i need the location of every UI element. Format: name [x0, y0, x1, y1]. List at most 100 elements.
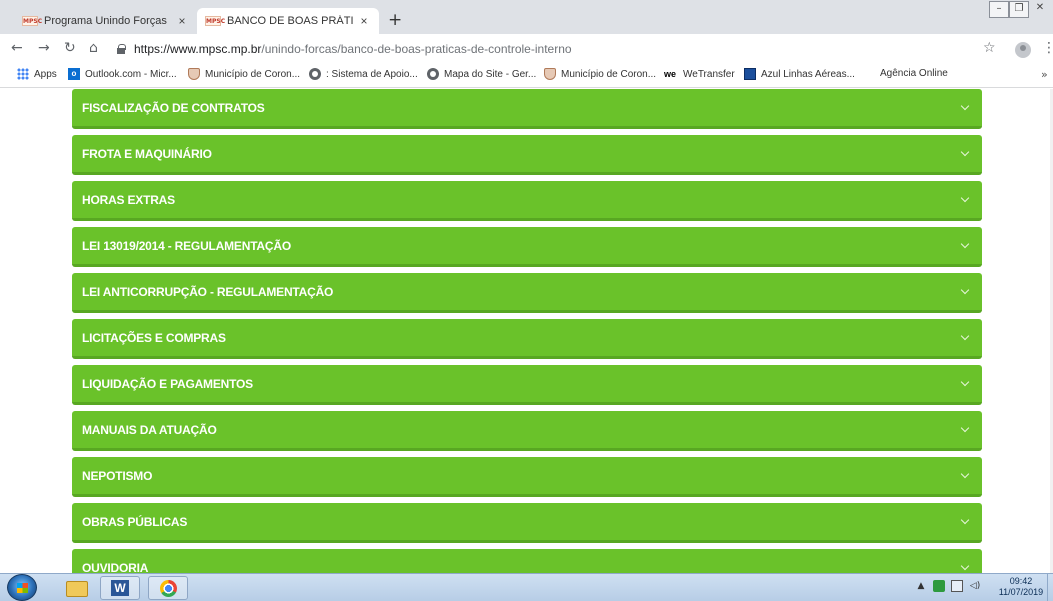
accordion-lei-13019[interactable]: LEI 13019/2014 - REGULAMENTAÇÃO: [72, 227, 982, 267]
taskbar: ▲ ◁) 09:42 11/07/2019: [0, 573, 1053, 601]
bookmarks-bar: Apps o Outlook.com - Micr... Município d…: [0, 63, 1053, 88]
bookmark-mapa-do-site[interactable]: Mapa do Site - Ger...: [427, 68, 536, 80]
new-tab-button[interactable]: +: [388, 10, 402, 30]
accordion-obras-publicas[interactable]: OBRAS PÚBLICAS: [72, 503, 982, 543]
close-window-icon[interactable]: ✕: [1029, 1, 1051, 18]
forward-arrow-icon[interactable]: →: [38, 40, 50, 56]
chevron-down-icon: [960, 147, 970, 157]
browser-window: MPSC Programa Unindo Forças × MPSC BANCO…: [0, 0, 1053, 601]
window-controls: – ❐ ✕: [989, 1, 1051, 18]
bookmark-label: Município de Coron...: [561, 68, 657, 80]
back-arrow-icon[interactable]: ←: [11, 40, 23, 56]
accordion-title: LICITAÇÕES E COMPRAS: [82, 331, 226, 345]
lock-icon: [116, 44, 126, 54]
clock-date: 11/07/2019: [998, 587, 1044, 597]
accordion-frota-e-maquinario[interactable]: FROTA E MAQUINÁRIO: [72, 135, 982, 175]
tab-title: Programa Unindo Forças: [44, 15, 167, 27]
url-host: https://www.mpsc.mp.br: [134, 42, 262, 56]
accordion-title: HORAS EXTRAS: [82, 193, 175, 207]
bookmark-wetransfer[interactable]: we WeTransfer: [664, 68, 735, 80]
chevron-down-icon: [960, 239, 970, 249]
chevron-down-icon: [960, 561, 970, 571]
system-tray: ▲ ◁): [915, 580, 981, 592]
azul-icon: [744, 68, 756, 80]
chevron-down-icon: [960, 469, 970, 479]
windows-explorer-icon[interactable]: [56, 576, 96, 600]
accordion-title: FROTA E MAQUINÁRIO: [82, 147, 212, 161]
tray-expand-icon[interactable]: ▲: [915, 580, 927, 592]
bookmark-label: : Sistema de Apoio...: [326, 68, 418, 80]
chevron-down-icon: [960, 331, 970, 341]
municipality-crest-icon: [544, 68, 556, 80]
bookmark-label: Município de Coron...: [205, 68, 301, 80]
accordion-horas-extras[interactable]: HORAS EXTRAS: [72, 181, 982, 221]
accordion-nepotismo[interactable]: NEPOTISMO: [72, 457, 982, 497]
show-desktop-button[interactable]: [1047, 574, 1053, 601]
chrome-icon[interactable]: [148, 576, 188, 600]
accordion-title: LEI 13019/2014 - REGULAMENTAÇÃO: [82, 239, 291, 253]
minimize-icon[interactable]: –: [989, 1, 1009, 18]
tab-title: BANCO DE BOAS PRÁTICAS DE C: [227, 15, 353, 27]
bookmark-label: Apps: [34, 68, 57, 80]
bookmark-label: Mapa do Site - Ger...: [444, 68, 537, 80]
accordion-ouvidoria[interactable]: OUVIDORIA: [72, 549, 982, 573]
action-center-flag-icon[interactable]: [933, 580, 945, 592]
bookmark-label: WeTransfer: [683, 68, 735, 80]
outlook-icon: o: [68, 68, 80, 80]
accordion-lei-anticorrupcao[interactable]: LEI ANTICORRUPÇÃO - REGULAMENTAÇÃO: [72, 273, 982, 313]
address-bar[interactable]: https://www.mpsc.mp.br/unindo-forcas/ban…: [116, 38, 974, 60]
home-icon[interactable]: ⌂: [89, 40, 98, 56]
bookmark-apps[interactable]: Apps: [17, 68, 57, 80]
reload-icon[interactable]: ↻: [64, 40, 76, 56]
chevron-down-icon: [960, 377, 970, 387]
accordion-title: LIQUIDAÇÃO E PAGAMENTOS: [82, 377, 253, 391]
menu-kebab-icon[interactable]: ⋮: [1042, 41, 1053, 55]
accordion-title: FISCALIZAÇÃO DE CONTRATOS: [82, 101, 265, 115]
page-content: FISCALIZAÇÃO DE CONTRATOS FROTA E MAQUIN…: [0, 89, 1053, 573]
volume-icon[interactable]: ◁): [969, 580, 981, 592]
word-icon[interactable]: [100, 576, 140, 600]
url-path: /unindo-forcas/banco-de-boas-praticas-de…: [261, 42, 572, 56]
accordion-title: MANUAIS DA ATUAÇÃO: [82, 423, 217, 437]
bookmark-star-icon[interactable]: ☆: [983, 41, 996, 55]
bookmark-sistema-de-apoio[interactable]: : Sistema de Apoio...: [309, 68, 418, 80]
accordion-manuais-da-atuacao[interactable]: MANUAIS DA ATUAÇÃO: [72, 411, 982, 451]
chevron-down-icon: [960, 101, 970, 111]
bookmarks-overflow-icon[interactable]: »: [1041, 68, 1048, 81]
restore-icon[interactable]: ❐: [1009, 1, 1029, 18]
bookmark-municipio-2[interactable]: Município de Coron...: [544, 68, 656, 80]
browser-toolbar: ← → ↻ ⌂ https://www.mpsc.mp.br/unindo-fo…: [0, 34, 1053, 63]
bookmark-azul[interactable]: Azul Linhas Aéreas...: [744, 68, 855, 80]
mpsc-favicon-icon: MPSC: [22, 16, 43, 26]
accordion-title: OUVIDORIA: [82, 561, 149, 573]
accordion-title: NEPOTISMO: [82, 469, 153, 483]
accordion-liquidacao-e-pagamentos[interactable]: LIQUIDAÇÃO E PAGAMENTOS: [72, 365, 982, 405]
tab-programa-unindo-forcas[interactable]: MPSC Programa Unindo Forças ×: [14, 8, 197, 34]
municipality-crest-icon: [188, 68, 200, 80]
clock-time: 09:42: [1009, 576, 1033, 586]
taskbar-clock[interactable]: 09:42 11/07/2019: [998, 576, 1044, 598]
accordion-title: OBRAS PÚBLICAS: [82, 515, 188, 529]
globe-icon: [427, 68, 439, 80]
bookmark-agencia-online[interactable]: Agência Online: [880, 68, 948, 79]
profile-avatar-icon[interactable]: [1015, 42, 1031, 58]
accordion-fiscalizacao-de-contratos[interactable]: FISCALIZAÇÃO DE CONTRATOS: [72, 89, 982, 129]
chevron-down-icon: [960, 193, 970, 203]
network-icon[interactable]: [951, 580, 963, 592]
bookmark-outlook[interactable]: o Outlook.com - Micr...: [68, 68, 177, 80]
mpsc-favicon-icon: MPSC: [205, 16, 226, 26]
apps-grid-icon: [17, 68, 29, 80]
accordion-title: LEI ANTICORRUPÇÃO - REGULAMENTAÇÃO: [82, 285, 334, 299]
tab-banco-de-boas-praticas[interactable]: MPSC BANCO DE BOAS PRÁTICAS DE C ×: [197, 8, 379, 34]
start-button-icon[interactable]: [7, 574, 37, 601]
tab-strip: MPSC Programa Unindo Forças × MPSC BANCO…: [0, 0, 1053, 34]
chevron-down-icon: [960, 515, 970, 525]
accordion-licitacoes-e-compras[interactable]: LICITAÇÕES E COMPRAS: [72, 319, 982, 359]
chevron-down-icon: [960, 423, 970, 433]
globe-icon: [309, 68, 321, 80]
bookmark-municipio-1[interactable]: Município de Coron...: [188, 68, 300, 80]
tab-close-icon[interactable]: ×: [357, 14, 371, 28]
bookmark-label: Azul Linhas Aéreas...: [761, 68, 855, 80]
tab-close-icon[interactable]: ×: [175, 14, 189, 28]
bookmark-label: Outlook.com - Micr...: [85, 68, 177, 80]
